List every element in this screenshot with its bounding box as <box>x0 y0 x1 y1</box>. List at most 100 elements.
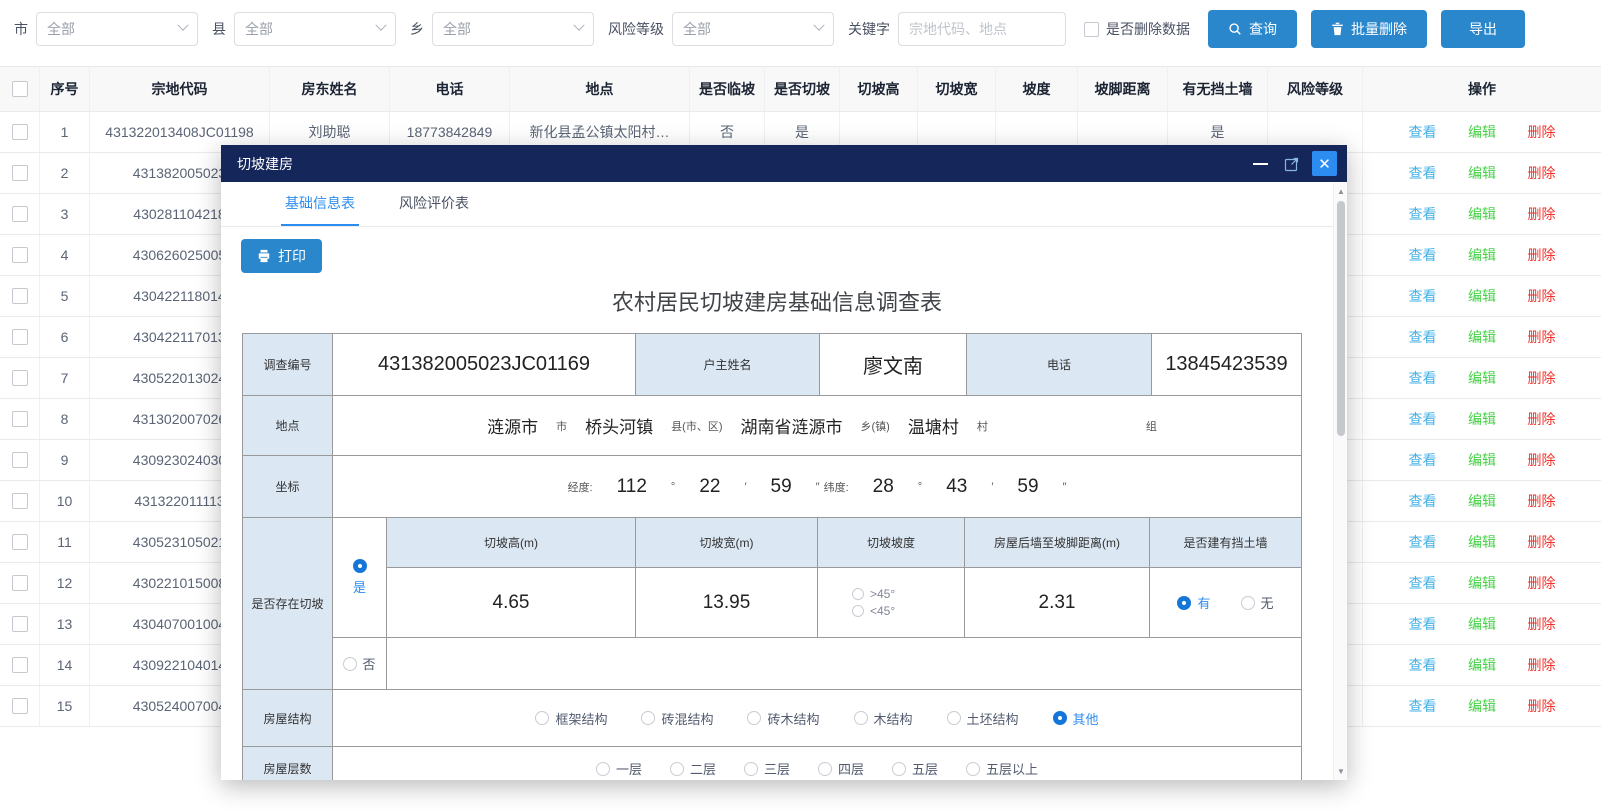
view-link[interactable]: 查看 <box>1409 655 1437 675</box>
delete-link[interactable]: 删除 <box>1528 409 1556 429</box>
edit-link[interactable]: 编辑 <box>1468 696 1496 716</box>
radio-icon[interactable] <box>947 711 961 725</box>
cut-slope-no-option[interactable]: 否 <box>333 638 387 690</box>
delete-link[interactable]: 删除 <box>1528 614 1556 634</box>
radio-no[interactable] <box>343 657 357 671</box>
delete-link[interactable]: 删除 <box>1528 327 1556 347</box>
radio-gt45[interactable] <box>852 588 864 600</box>
option-二层[interactable]: 二层 <box>670 759 716 778</box>
radio-icon[interactable] <box>818 762 832 776</box>
radio-icon[interactable] <box>892 762 906 776</box>
scroll-up-icon[interactable]: ▲ <box>1334 187 1348 196</box>
modal-scrollbar[interactable]: ▲ ▼ <box>1333 183 1347 780</box>
radio-icon[interactable] <box>641 711 655 725</box>
close-icon[interactable]: ✕ <box>1312 151 1337 176</box>
township-select[interactable]: 全部 <box>432 12 594 46</box>
cut-slope-yes-option[interactable]: 是 <box>333 518 387 638</box>
wall-no-option[interactable]: 无 <box>1241 593 1274 612</box>
view-link[interactable]: 查看 <box>1409 573 1437 593</box>
option-五层以上[interactable]: 五层以上 <box>966 759 1038 778</box>
export-button[interactable]: 导出 <box>1441 10 1525 48</box>
radio-wall-no[interactable] <box>1241 596 1255 610</box>
radio-icon[interactable] <box>535 711 549 725</box>
tab-basic-info[interactable]: 基础信息表 <box>281 182 359 226</box>
tab-risk-evaluation[interactable]: 风险评价表 <box>395 182 473 226</box>
delete-link[interactable]: 删除 <box>1528 245 1556 265</box>
edit-link[interactable]: 编辑 <box>1468 655 1496 675</box>
edit-link[interactable]: 编辑 <box>1468 409 1496 429</box>
edit-link[interactable]: 编辑 <box>1468 245 1496 265</box>
delete-link[interactable]: 删除 <box>1528 163 1556 183</box>
row-checkbox[interactable] <box>12 575 28 591</box>
view-link[interactable]: 查看 <box>1409 696 1437 716</box>
view-link[interactable]: 查看 <box>1409 450 1437 470</box>
row-checkbox[interactable] <box>12 370 28 386</box>
view-link[interactable]: 查看 <box>1409 204 1437 224</box>
option-五层[interactable]: 五层 <box>892 759 938 778</box>
view-link[interactable]: 查看 <box>1409 163 1437 183</box>
row-checkbox[interactable] <box>12 534 28 550</box>
edit-link[interactable]: 编辑 <box>1468 573 1496 593</box>
delete-link[interactable]: 删除 <box>1528 532 1556 552</box>
option-四层[interactable]: 四层 <box>818 759 864 778</box>
edit-link[interactable]: 编辑 <box>1468 614 1496 634</box>
slope-lt45-option[interactable]: <45° <box>852 604 895 618</box>
option-木结构[interactable]: 木结构 <box>854 709 913 728</box>
radio-icon[interactable] <box>670 762 684 776</box>
edit-link[interactable]: 编辑 <box>1468 327 1496 347</box>
delete-link[interactable]: 删除 <box>1528 368 1556 388</box>
view-link[interactable]: 查看 <box>1409 409 1437 429</box>
scroll-down-icon[interactable]: ▼ <box>1334 767 1348 776</box>
radio-icon[interactable] <box>854 711 868 725</box>
row-checkbox[interactable] <box>12 165 28 181</box>
risk-select[interactable]: 全部 <box>672 12 834 46</box>
modal-titlebar[interactable]: 切坡建房 ✕ <box>221 145 1347 182</box>
radio-icon[interactable] <box>744 762 758 776</box>
edit-link[interactable]: 编辑 <box>1468 286 1496 306</box>
batch-delete-button[interactable]: 批量删除 <box>1311 10 1427 48</box>
row-checkbox[interactable] <box>12 247 28 263</box>
radio-yes[interactable] <box>353 559 367 573</box>
delete-link[interactable]: 删除 <box>1528 491 1556 511</box>
minimize-icon[interactable] <box>1253 163 1268 165</box>
delete-link[interactable]: 删除 <box>1528 450 1556 470</box>
search-button[interactable]: 查询 <box>1208 10 1297 48</box>
row-checkbox[interactable] <box>12 206 28 222</box>
radio-icon[interactable] <box>596 762 610 776</box>
view-link[interactable]: 查看 <box>1409 614 1437 634</box>
delete-link[interactable]: 删除 <box>1528 286 1556 306</box>
radio-icon[interactable] <box>966 762 980 776</box>
view-link[interactable]: 查看 <box>1409 532 1437 552</box>
delete-link[interactable]: 删除 <box>1528 696 1556 716</box>
print-button[interactable]: 打印 <box>241 239 322 273</box>
view-link[interactable]: 查看 <box>1409 491 1437 511</box>
view-link[interactable]: 查看 <box>1409 368 1437 388</box>
select-all-checkbox[interactable] <box>12 81 28 97</box>
row-checkbox[interactable] <box>12 616 28 632</box>
edit-link[interactable]: 编辑 <box>1468 491 1496 511</box>
edit-link[interactable]: 编辑 <box>1468 450 1496 470</box>
delete-link[interactable]: 删除 <box>1528 573 1556 593</box>
row-checkbox[interactable] <box>12 698 28 714</box>
edit-link[interactable]: 编辑 <box>1468 204 1496 224</box>
wall-yes-option[interactable]: 有 <box>1177 593 1210 612</box>
option-框架结构[interactable]: 框架结构 <box>535 709 607 728</box>
view-link[interactable]: 查看 <box>1409 122 1437 142</box>
slope-gt45-option[interactable]: >45° <box>852 587 895 601</box>
delete-link[interactable]: 删除 <box>1528 122 1556 142</box>
county-select[interactable]: 全部 <box>234 12 396 46</box>
radio-icon[interactable] <box>1053 711 1067 725</box>
edit-link[interactable]: 编辑 <box>1468 368 1496 388</box>
edit-link[interactable]: 编辑 <box>1468 163 1496 183</box>
row-checkbox[interactable] <box>12 452 28 468</box>
option-其他[interactable]: 其他 <box>1053 709 1099 728</box>
view-link[interactable]: 查看 <box>1409 327 1437 347</box>
option-土坯结构[interactable]: 土坯结构 <box>947 709 1019 728</box>
edit-link[interactable]: 编辑 <box>1468 122 1496 142</box>
row-checkbox[interactable] <box>12 411 28 427</box>
option-砖混结构[interactable]: 砖混结构 <box>641 709 713 728</box>
city-select[interactable]: 全部 <box>36 12 198 46</box>
option-三层[interactable]: 三层 <box>744 759 790 778</box>
deleted-data-checkbox[interactable] <box>1084 22 1099 37</box>
delete-link[interactable]: 删除 <box>1528 204 1556 224</box>
